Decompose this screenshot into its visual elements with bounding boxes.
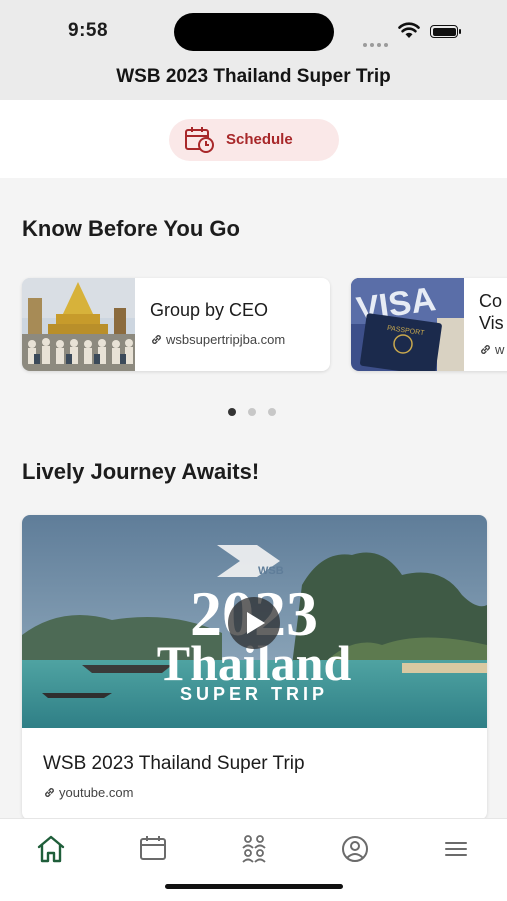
video-thumbnail[interactable]: WSB 2023 Thailand SUPER TRIP — [22, 515, 487, 728]
video-link[interactable]: youtube.com — [43, 785, 133, 800]
home-indicator[interactable] — [165, 884, 343, 889]
wifi-icon — [398, 22, 420, 38]
profile-icon[interactable] — [335, 833, 375, 865]
info-card[interactable]: Group by CEO wsbsupertripjba.com — [22, 278, 330, 371]
nav-bar: WSB 2023 Thailand Super Trip — [0, 62, 507, 100]
battery-icon — [430, 25, 461, 38]
video-title: WSB 2023 Thailand Super Trip — [43, 753, 305, 774]
link-icon — [152, 335, 161, 344]
status-bar: 9:58 — [0, 0, 507, 62]
card-link[interactable]: w — [479, 342, 504, 357]
temple-photo — [22, 278, 135, 371]
status-time: 9:58 — [68, 20, 109, 41]
overlay-sub: SUPER TRIP — [180, 684, 328, 704]
schedule-button[interactable]: Schedule — [169, 119, 339, 161]
wsb-logo-text: WSB — [258, 565, 284, 577]
card-link-text: wsbsupertripjba.com — [166, 332, 286, 347]
card-title: Co Vis — [479, 291, 504, 333]
schedule-section: Schedule — [0, 100, 507, 178]
info-card[interactable]: VISA PASSPORT Co Vis w — [351, 278, 507, 371]
signal-icon — [363, 34, 391, 47]
page-dot-active[interactable] — [228, 408, 236, 416]
card-link-text: w — [495, 342, 505, 357]
dynamic-island — [174, 13, 334, 51]
link-icon — [45, 788, 54, 797]
menu-icon[interactable] — [436, 833, 476, 865]
link-icon — [481, 345, 490, 354]
people-icon[interactable] — [234, 833, 274, 865]
calendar-icon[interactable] — [133, 833, 173, 865]
card-title: Group by CEO — [150, 300, 269, 320]
calendar-clock-icon — [185, 127, 214, 153]
page-dot[interactable] — [248, 408, 256, 416]
card-link[interactable]: wsbsupertripjba.com — [150, 332, 285, 347]
journey-heading: Lively Journey Awaits! — [22, 459, 260, 484]
video-link-text: youtube.com — [59, 785, 134, 800]
home-icon[interactable] — [31, 833, 71, 865]
passport-photo: VISA PASSPORT — [351, 278, 464, 371]
schedule-label: Schedule — [226, 131, 293, 148]
page-title: WSB 2023 Thailand Super Trip — [116, 66, 391, 87]
page-indicator[interactable] — [228, 403, 288, 421]
page-dot[interactable] — [268, 408, 276, 416]
know-before-heading: Know Before You Go — [22, 216, 240, 241]
video-card[interactable]: WSB 2023 Thailand SUPER TRIP WSB 2023 Th… — [22, 515, 487, 820]
